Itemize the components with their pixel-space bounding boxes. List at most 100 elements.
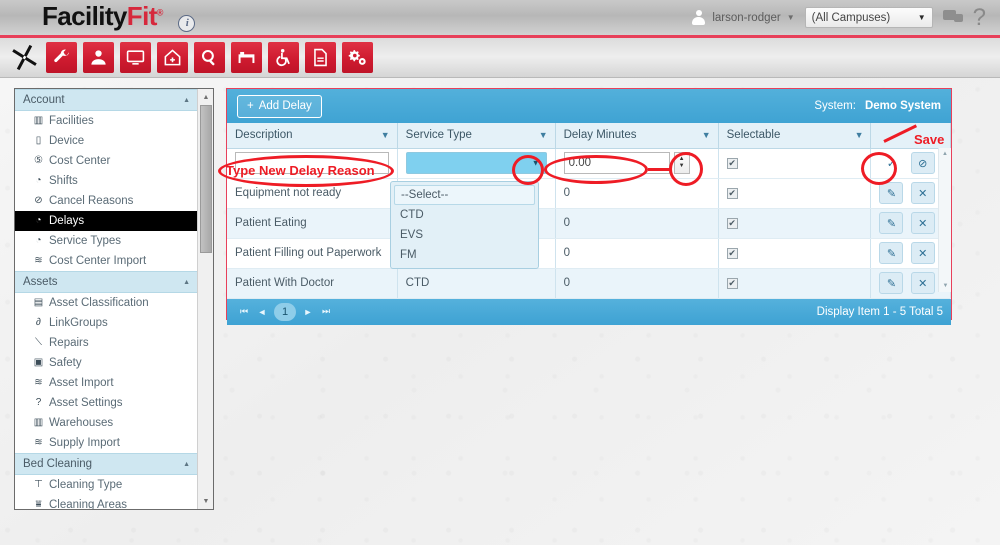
person-icon[interactable] (83, 42, 114, 73)
table-row[interactable]: Patient Filling out Paperwork 0 ✔ ✎ ✕ (227, 238, 951, 269)
cell-delay-minutes-edit: ▲ ▼ (555, 148, 719, 179)
cell-selectable: ✔ (718, 268, 872, 299)
sidebar-item-facilities[interactable]: ▥ Facilities (15, 111, 198, 131)
wrench-icon[interactable] (46, 42, 77, 73)
pager-page-1[interactable]: 1 (274, 302, 296, 321)
row-edit-button[interactable]: ✎ (879, 182, 904, 204)
sidebar-item-device[interactable]: ▯ Device (15, 131, 198, 151)
pager-last-button[interactable]: ⏭ (317, 306, 335, 317)
chevron-down-icon: ▼ (531, 158, 540, 168)
sidebar-item-service-types[interactable]: ◔ Service Types (15, 231, 198, 251)
row-delete-button[interactable]: ✕ (910, 242, 935, 264)
sidebar-item-asset-classification[interactable]: ▤ Asset Classification (15, 293, 198, 313)
dropdown-option-evs[interactable]: EVS (394, 225, 535, 245)
sidebar-item-cleaning-type[interactable]: ⊤ Cleaning Type (15, 475, 198, 495)
dropdown-option-ctd[interactable]: CTD (394, 205, 535, 225)
sidebar-item-repairs[interactable]: ⟍ Repairs (15, 333, 198, 353)
dropdown-option-select[interactable]: --Select-- (394, 185, 535, 205)
chevron-up-icon: ▲ (183, 460, 190, 468)
table-row[interactable]: Equipment not ready 0 ✔ ✎ ✕ (227, 178, 951, 209)
sidebar-item-asset-settings[interactable]: ? Asset Settings (15, 393, 198, 413)
user-menu[interactable]: larson-rodger ▼ (691, 10, 795, 25)
sidebar-group-bed-cleaning[interactable]: Bed Cleaning ▲ (15, 453, 198, 475)
sidebar-item-cancel-reasons[interactable]: ⊘ Cancel Reasons (15, 191, 198, 211)
sidebar-item-cost-center[interactable]: ⑤ Cost Center (15, 151, 198, 171)
monitor-icon[interactable] (120, 42, 151, 73)
service-type-dropdown[interactable]: ▼ (405, 152, 547, 174)
sidebar-item-cleaning-areas[interactable]: ⩸ Cleaning Areas (15, 495, 198, 510)
sidebar-scrollbar[interactable]: ▲ ▼ (197, 89, 213, 509)
column-header-selectable[interactable]: Selectable ▼ (718, 123, 872, 149)
sidebar-item-label: LinkGroups (49, 317, 108, 329)
pager-prev-button[interactable]: ◄ (253, 307, 271, 317)
column-header-service-type[interactable]: Service Type ▼ (397, 123, 556, 149)
service-type-dropdown-list[interactable]: --Select-- CTD EVS FM (390, 181, 539, 269)
row-edit-button[interactable]: ✎ (879, 242, 904, 264)
stepper-down-icon[interactable]: ▼ (679, 163, 685, 170)
confirm-save-button[interactable]: ✓ (879, 152, 903, 174)
sidebar-scroll-thumb[interactable] (200, 105, 212, 253)
sidebar-item-linkgroups[interactable]: ∂ LinkGroups (15, 313, 198, 333)
scroll-down-icon[interactable]: ▼ (198, 493, 213, 509)
user-name-label: larson-rodger (712, 11, 781, 24)
pager-next-button[interactable]: ► (299, 307, 317, 317)
sidebar-item-safety[interactable]: ▣ Safety (15, 353, 198, 373)
dropdown-option-fm[interactable]: FM (394, 245, 535, 265)
filter-icon[interactable]: ▼ (702, 130, 711, 140)
column-label: Selectable (726, 129, 781, 142)
plus-icon: + (247, 100, 254, 112)
column-label: Service Type (405, 129, 472, 142)
sidebar-item-asset-import[interactable]: ≋ Asset Import (15, 373, 198, 393)
column-header-delay-minutes[interactable]: Delay Minutes ▼ (555, 123, 719, 149)
main-nav-toolbar (0, 38, 1000, 78)
add-delay-button[interactable]: + Add Delay (237, 94, 322, 118)
sidebar-group-assets[interactable]: Assets ▲ (15, 271, 198, 293)
wheelchair-icon[interactable] (268, 42, 299, 73)
filter-icon[interactable]: ▼ (381, 130, 390, 140)
grid-toolbar: + Add Delay System: Demo System (227, 89, 951, 123)
grid-scroll-up-icon[interactable]: ▲ (939, 148, 951, 160)
table-row[interactable]: Patient Eating 0 ✔ ✎ ✕ (227, 208, 951, 239)
scroll-up-icon[interactable]: ▲ (198, 89, 213, 105)
info-icon[interactable]: i (178, 14, 196, 32)
help-icon[interactable]: ? (973, 5, 986, 30)
grid-scrollbar[interactable]: ▲ ▼ (938, 148, 951, 292)
row-delete-button[interactable]: ✕ (910, 212, 935, 234)
brand-primary: Facility (42, 0, 127, 31)
bed-icon[interactable] (231, 42, 262, 73)
cell-delay-minutes: 0 (555, 178, 719, 209)
sidebar-item-supply-import[interactable]: ≋ Supply Import (15, 433, 198, 453)
document-icon[interactable] (305, 42, 336, 73)
cell-service-type: CTD (397, 268, 556, 299)
sidebar-item-delays[interactable]: ◔ Delays (15, 211, 198, 231)
sidebar-group-account[interactable]: Account ▲ (15, 89, 198, 111)
row-edit-button[interactable]: ✎ (879, 272, 904, 294)
chat-icon[interactable] (942, 9, 963, 26)
sitemap-icon: ⩸ (35, 499, 42, 510)
description-input[interactable] (235, 152, 389, 174)
sidebar-item-warehouses[interactable]: ▥ Warehouses (15, 413, 198, 433)
filter-icon[interactable]: ▼ (855, 130, 864, 140)
search-icon[interactable] (194, 42, 225, 73)
cancel-edit-button[interactable]: ⊘ (910, 152, 935, 174)
table-row[interactable]: Patient With Doctor CTD 0 ✔ ✎ ✕ (227, 268, 951, 299)
sidebar-item-shifts[interactable]: ◔ Shifts (15, 171, 198, 191)
filter-icon[interactable]: ▼ (539, 130, 548, 140)
sparkle-icon[interactable] (10, 43, 40, 73)
stepper-up-icon[interactable]: ▲ (679, 156, 685, 163)
column-header-description[interactable]: Description ▼ (227, 123, 398, 149)
row-delete-button[interactable]: ✕ (910, 272, 935, 294)
grid-scroll-down-icon[interactable]: ▼ (939, 280, 952, 292)
campus-select[interactable]: (All Campuses) ▼ (804, 7, 933, 28)
row-edit-button[interactable]: ✎ (879, 212, 904, 234)
column-label: Description (235, 129, 293, 142)
row-delete-button[interactable]: ✕ (910, 182, 935, 204)
selectable-checkbox[interactable]: ✔ (726, 158, 738, 169)
delay-minutes-stepper[interactable]: ▲ ▼ (673, 152, 690, 174)
pager-first-button[interactable]: ⏮ (235, 306, 253, 317)
home-plus-icon[interactable] (157, 42, 188, 73)
delay-minutes-input[interactable] (563, 152, 670, 174)
sidebar-item-cost-center-import[interactable]: ≋ Cost Center Import (15, 251, 198, 271)
gears-icon[interactable] (342, 42, 373, 73)
cell-delay-minutes: 0 (555, 268, 719, 299)
